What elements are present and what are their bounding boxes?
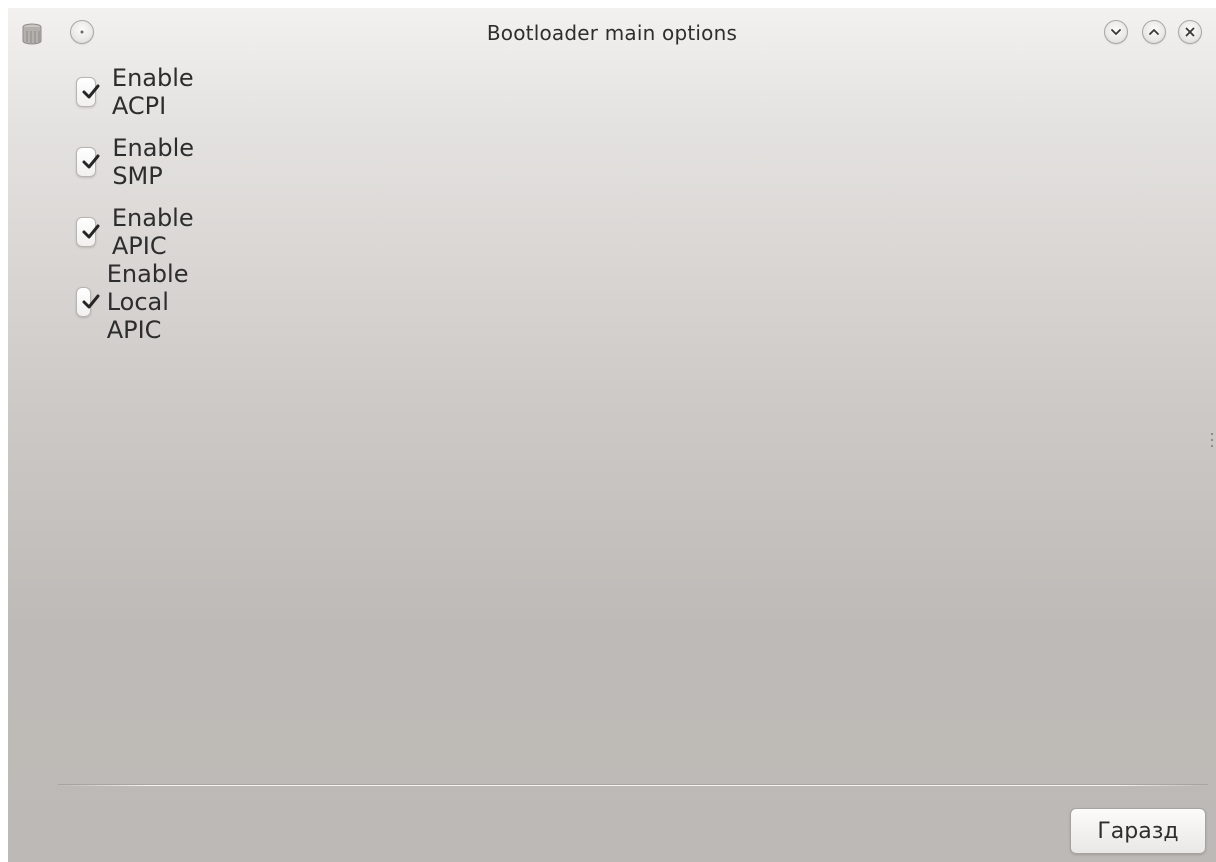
checkbox-enable-smp[interactable] (76, 147, 100, 177)
footer-separator (58, 784, 1208, 786)
minimize-button[interactable] (1104, 20, 1128, 44)
checkmark-icon (82, 84, 100, 99)
checkmark-icon (82, 154, 100, 169)
title-bar[interactable]: Bootloader main options (8, 8, 1216, 58)
option-label: Enable APIC (111, 204, 194, 260)
option-label: Enable SMP (112, 134, 195, 190)
checkbox-enable-local-apic[interactable] (76, 287, 100, 317)
checkmark-icon (82, 224, 100, 239)
option-enable-acpi[interactable]: Enable ACPI (76, 64, 204, 120)
option-enable-apic[interactable]: Enable APIC (76, 204, 204, 260)
chevron-down-icon (1111, 29, 1121, 35)
resize-grip[interactable] (1211, 433, 1214, 453)
checkbox-enable-acpi[interactable] (76, 77, 100, 107)
chevron-up-icon (1149, 29, 1159, 35)
ok-button[interactable]: Гаразд (1070, 808, 1206, 854)
checkmark-icon (82, 294, 100, 309)
close-button[interactable] (1178, 20, 1202, 44)
option-label: Enable Local APIC (106, 260, 189, 344)
close-icon (1185, 27, 1195, 37)
option-label: Enable ACPI (111, 64, 194, 120)
option-enable-local-apic[interactable]: Enable Local APIC (76, 260, 204, 344)
dialog-window: Bootloader main options Enable ACPI Enab… (8, 8, 1216, 862)
option-enable-smp[interactable]: Enable SMP (76, 134, 204, 190)
checkbox-enable-apic[interactable] (76, 217, 100, 247)
maximize-button[interactable] (1142, 20, 1166, 44)
window-title: Bootloader main options (486, 21, 738, 45)
